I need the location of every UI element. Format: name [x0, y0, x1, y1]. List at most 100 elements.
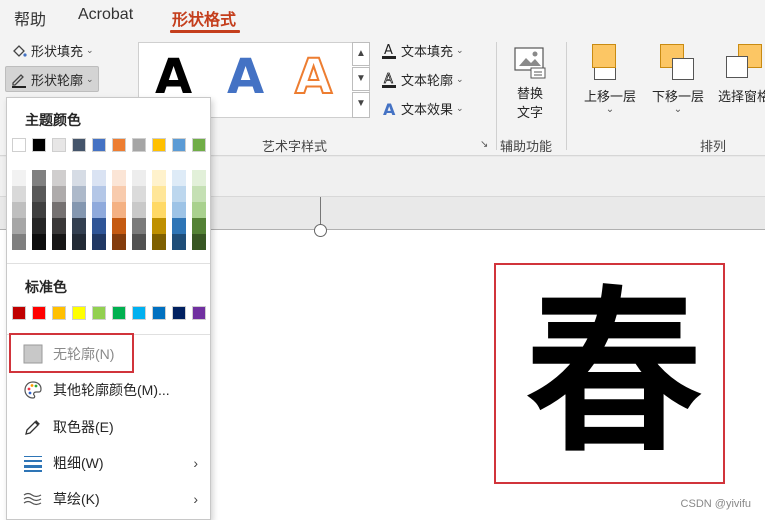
- theme-shade-swatch[interactable]: [12, 186, 26, 202]
- arrange-group-label: 排列: [700, 139, 727, 154]
- theme-shade-swatch[interactable]: [52, 218, 66, 234]
- theme-shade-swatch[interactable]: [12, 218, 26, 234]
- theme-shade-swatch[interactable]: [112, 202, 126, 218]
- theme-shade-swatch[interactable]: [72, 218, 86, 234]
- standard-color-swatch[interactable]: [192, 306, 206, 320]
- rotation-handle[interactable]: [314, 224, 327, 237]
- theme-shade-swatch[interactable]: [172, 234, 186, 250]
- theme-shade-swatch[interactable]: [192, 170, 206, 186]
- theme-shade-swatch[interactable]: [92, 234, 106, 250]
- theme-color-swatch[interactable]: [172, 138, 186, 152]
- theme-color-swatch[interactable]: [152, 138, 166, 152]
- theme-color-swatch[interactable]: [112, 138, 126, 152]
- theme-shade-swatch[interactable]: [32, 234, 46, 250]
- theme-color-swatch[interactable]: [72, 138, 86, 152]
- theme-shade-swatch[interactable]: [112, 234, 126, 250]
- standard-color-swatch[interactable]: [32, 306, 46, 320]
- menu-item-weight[interactable]: 粗细(W) ›: [7, 447, 210, 479]
- standard-color-swatch[interactable]: [112, 306, 126, 320]
- text-effects-button[interactable]: A 文本效果 ⌄: [380, 99, 464, 119]
- theme-shade-swatch[interactable]: [92, 218, 106, 234]
- theme-shade-swatch[interactable]: [112, 218, 126, 234]
- theme-shade-swatch[interactable]: [152, 202, 166, 218]
- no-outline-label: 无轮廓(N): [53, 346, 115, 362]
- standard-color-swatch[interactable]: [172, 306, 186, 320]
- bring-forward-button[interactable]: 上移一层 ⌄: [578, 44, 642, 124]
- standard-color-swatch[interactable]: [12, 306, 26, 320]
- shape-fill-button[interactable]: 形状填充 ⌄: [10, 41, 94, 60]
- theme-shade-swatch[interactable]: [32, 170, 46, 186]
- theme-shade-swatch[interactable]: [72, 170, 86, 186]
- theme-color-swatch[interactable]: [32, 138, 46, 152]
- ribbon-tab-bar: 帮助 Acrobat 形状格式: [0, 0, 765, 36]
- theme-shade-swatch[interactable]: [92, 202, 106, 218]
- selection-pane-button[interactable]: 选择窗格: [712, 44, 765, 124]
- theme-shade-swatch[interactable]: [152, 234, 166, 250]
- tab-help[interactable]: 帮助: [14, 6, 46, 30]
- theme-shade-swatch[interactable]: [32, 218, 46, 234]
- wordart-style-blue[interactable]: A: [227, 49, 264, 105]
- theme-shade-swatch[interactable]: [192, 186, 206, 202]
- theme-shade-swatch[interactable]: [112, 170, 126, 186]
- menu-item-eyedropper[interactable]: 取色器(E): [7, 411, 210, 443]
- theme-shade-swatch[interactable]: [72, 202, 86, 218]
- standard-color-swatch[interactable]: [92, 306, 106, 320]
- gallery-expand-button[interactable]: ▼: [352, 92, 370, 118]
- theme-shade-swatch[interactable]: [112, 186, 126, 202]
- theme-shade-swatch[interactable]: [52, 202, 66, 218]
- theme-shade-swatch[interactable]: [152, 186, 166, 202]
- wordart-style-orange-outline[interactable]: A: [294, 48, 333, 106]
- theme-shade-swatch[interactable]: [172, 202, 186, 218]
- theme-shade-swatch[interactable]: [32, 202, 46, 218]
- theme-color-swatch[interactable]: [92, 138, 106, 152]
- theme-shade-swatch[interactable]: [92, 170, 106, 186]
- theme-shade-swatch[interactable]: [92, 186, 106, 202]
- theme-shade-swatch[interactable]: [192, 218, 206, 234]
- theme-shade-swatch[interactable]: [52, 234, 66, 250]
- theme-shade-swatch[interactable]: [52, 186, 66, 202]
- theme-shade-swatch[interactable]: [12, 234, 26, 250]
- theme-shade-swatch[interactable]: [132, 186, 146, 202]
- theme-color-swatch[interactable]: [12, 138, 26, 152]
- theme-shade-swatch[interactable]: [132, 218, 146, 234]
- send-backward-button[interactable]: 下移一层 ⌄: [646, 44, 710, 124]
- theme-shade-swatch[interactable]: [72, 186, 86, 202]
- theme-shade-swatch[interactable]: [52, 170, 66, 186]
- theme-shade-swatch[interactable]: [172, 218, 186, 234]
- theme-color-swatch[interactable]: [192, 138, 206, 152]
- theme-shade-swatch[interactable]: [192, 202, 206, 218]
- theme-shade-swatch[interactable]: [152, 218, 166, 234]
- theme-color-swatch[interactable]: [52, 138, 66, 152]
- menu-item-more-outline-colors[interactable]: 其他轮廓颜色(M)...: [7, 374, 210, 406]
- theme-shade-swatch[interactable]: [132, 202, 146, 218]
- theme-shade-swatch[interactable]: [152, 170, 166, 186]
- theme-shade-swatch[interactable]: [172, 170, 186, 186]
- standard-color-swatch[interactable]: [152, 306, 166, 320]
- theme-shade-swatch[interactable]: [132, 234, 146, 250]
- gallery-scroll-up-button[interactable]: ▲: [352, 42, 370, 66]
- alt-text-label-line1: 替换: [516, 86, 543, 101]
- standard-color-swatch[interactable]: [52, 306, 66, 320]
- theme-shade-swatch[interactable]: [32, 186, 46, 202]
- menu-item-no-outline[interactable]: 无轮廓(N): [7, 338, 210, 370]
- gallery-scroll-down-button[interactable]: ▼: [352, 67, 370, 91]
- calligraphy-shape[interactable]: 春: [494, 263, 725, 484]
- theme-shade-swatch[interactable]: [12, 170, 26, 186]
- theme-color-swatch[interactable]: [132, 138, 146, 152]
- dialog-launcher-icon[interactable]: ↘: [480, 139, 488, 150]
- theme-shade-swatch[interactable]: [12, 202, 26, 218]
- eyedropper-label: 取色器(E): [53, 419, 114, 435]
- tab-acrobat[interactable]: Acrobat: [78, 6, 133, 24]
- standard-color-swatch[interactable]: [72, 306, 86, 320]
- theme-shade-swatch[interactable]: [172, 186, 186, 202]
- theme-shade-swatch[interactable]: [72, 234, 86, 250]
- standard-color-swatch[interactable]: [132, 306, 146, 320]
- text-outline-button[interactable]: A 文本轮廓 ⌄: [380, 70, 464, 89]
- menu-item-sketched[interactable]: 草绘(K) ›: [7, 483, 210, 515]
- alt-text-button[interactable]: 替换 文字: [506, 46, 554, 121]
- text-fill-button[interactable]: A 文本填充 ⌄: [380, 41, 464, 60]
- tab-shape-format[interactable]: 形状格式: [172, 6, 236, 30]
- shape-outline-button[interactable]: 形状轮廓 ⌄: [5, 66, 99, 92]
- theme-shade-swatch[interactable]: [132, 170, 146, 186]
- theme-shade-swatch[interactable]: [192, 234, 206, 250]
